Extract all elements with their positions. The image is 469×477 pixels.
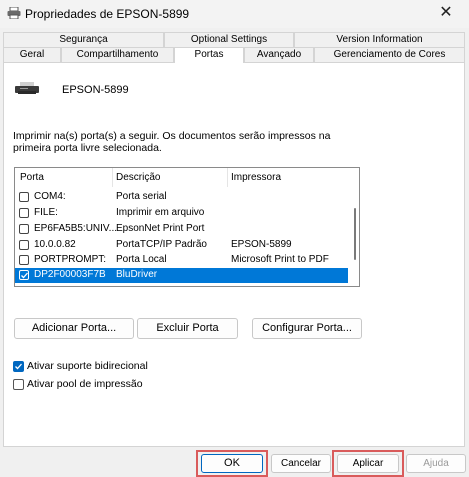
printer-icon <box>15 82 39 94</box>
port-checkbox[interactable] <box>19 192 29 202</box>
list-scrollbar[interactable] <box>354 208 356 260</box>
port-name: COM4: <box>34 191 66 202</box>
ports-list-header: Porta Descrição Impressora <box>15 168 345 187</box>
port-checkbox[interactable] <box>19 240 29 250</box>
pooling-label[interactable]: Ativar pool de impressão <box>27 378 143 390</box>
column-header-impressora[interactable]: Impressora <box>231 172 281 183</box>
column-header-descricao[interactable]: Descrição <box>116 172 160 183</box>
port-row[interactable]: FILE: Imprimir em arquivo <box>15 206 348 221</box>
tab-seguranca[interactable]: Segurança <box>3 32 164 47</box>
column-divider <box>227 168 228 187</box>
port-description: EpsonNet Print Port <box>116 223 205 234</box>
port-checkbox[interactable] <box>19 255 29 265</box>
port-checkbox <box>19 286 29 287</box>
tab-gerenciamento-de-cores[interactable]: Gerenciamento de Cores <box>314 47 465 62</box>
port-checkbox-checked[interactable] <box>19 270 29 280</box>
help-button[interactable]: Ajuda <box>406 454 466 473</box>
port-description: BluDriver <box>116 269 158 280</box>
bidirectional-checkbox[interactable] <box>13 361 24 372</box>
printer-name: EPSON-5899 <box>62 84 129 96</box>
port-description: Imprimir em arquivo <box>116 207 205 218</box>
port-row[interactable]: EP6FA5B5:UNIV... EpsonNet Print Port <box>15 222 348 237</box>
column-header-porta[interactable]: Porta <box>20 172 44 183</box>
delete-port-button[interactable]: Excluir Porta <box>137 318 238 339</box>
port-printer: EPSON-5899 <box>231 239 292 250</box>
window-title: Propriedades de EPSON-5899 <box>25 7 190 21</box>
port-row[interactable]: PORTPROMPT: Porta Local Microsoft Print … <box>15 253 348 268</box>
port-row[interactable]: COM4: Porta serial <box>15 190 348 205</box>
bidirectional-label[interactable]: Ativar suporte bidirecional <box>27 360 148 372</box>
tab-optional-settings[interactable]: Optional Settings <box>164 32 294 47</box>
column-divider <box>112 168 113 187</box>
cancel-button[interactable]: Cancelar <box>271 454 331 473</box>
checkmark-icon <box>15 363 22 370</box>
title-bar: Propriedades de EPSON-5899 ✕ <box>0 0 469 28</box>
tab-compartilhamento[interactable]: Compartilhamento <box>61 47 174 62</box>
ports-description: Imprimir na(s) porta(s) a seguir. Os doc… <box>13 130 331 154</box>
port-name: FILE: <box>34 207 58 218</box>
ports-list[interactable]: Porta Descrição Impressora COM4: Porta s… <box>14 167 360 287</box>
close-button[interactable]: ✕ <box>423 0 469 28</box>
port-description: Porta Local <box>116 254 167 265</box>
port-description: PortaTCP/IP Padrão <box>116 239 207 250</box>
pooling-checkbox[interactable] <box>13 379 24 390</box>
tab-version-information[interactable]: Version Information <box>294 32 465 47</box>
port-name: 10.0.0.82 <box>34 239 76 250</box>
add-port-button[interactable]: Adicionar Porta... <box>14 318 134 339</box>
configure-port-button[interactable]: Configurar Porta... <box>252 318 362 339</box>
port-name: PORTPROMPT: <box>34 254 107 265</box>
port-row-partial <box>15 284 348 287</box>
port-checkbox[interactable] <box>19 208 29 218</box>
ok-button[interactable]: OK <box>201 454 263 473</box>
port-row-selected[interactable]: DP2F00003F7B BluDriver <box>15 268 348 283</box>
tab-portas[interactable]: Portas <box>174 47 244 63</box>
port-name: EP6FA5B5:UNIV... <box>34 223 118 234</box>
apply-button[interactable]: Aplicar <box>337 454 399 473</box>
port-checkbox[interactable] <box>19 224 29 234</box>
printer-icon <box>7 7 21 19</box>
port-name: DP2F00003F7B <box>34 269 106 280</box>
port-description: Porta serial <box>116 191 167 202</box>
port-row[interactable]: 10.0.0.82 PortaTCP/IP Padrão EPSON-5899 <box>15 238 348 253</box>
tab-geral[interactable]: Geral <box>3 47 61 62</box>
tab-avancado[interactable]: Avançado <box>244 47 314 62</box>
close-icon: ✕ <box>439 4 453 21</box>
checkmark-icon <box>21 272 28 279</box>
port-printer: Microsoft Print to PDF <box>231 254 329 265</box>
